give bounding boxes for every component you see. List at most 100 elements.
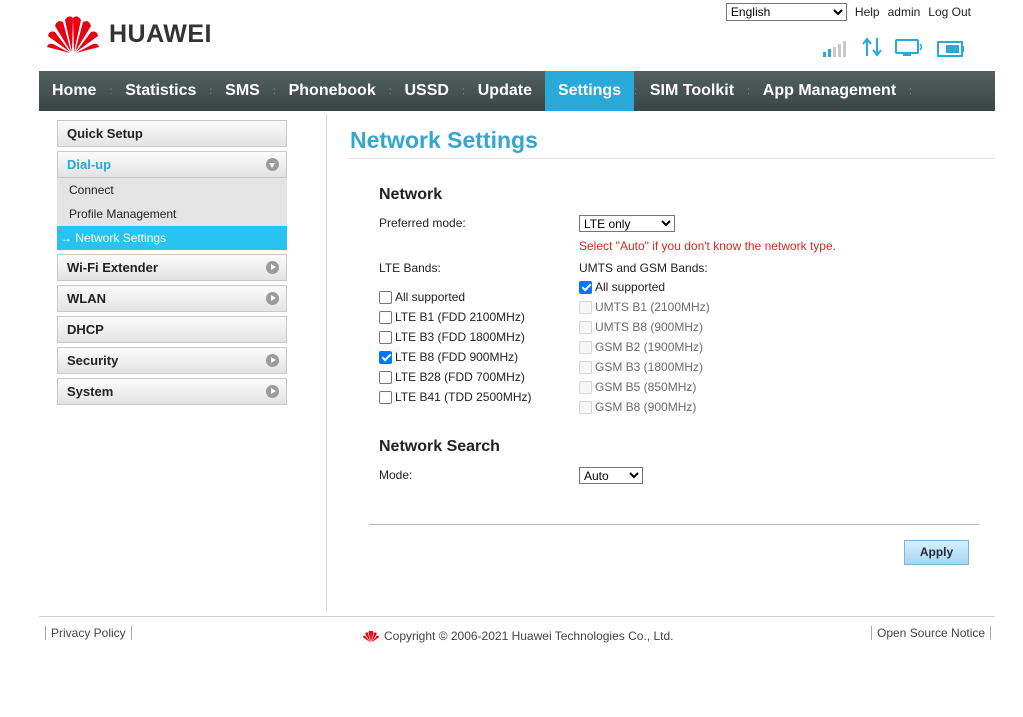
- mode-label: Mode:: [379, 468, 413, 482]
- checkbox-label: All supported: [395, 290, 466, 304]
- sidebar-item-wlan[interactable]: WLAN: [57, 285, 287, 312]
- sidebar-item-label: Security: [67, 353, 119, 368]
- username-label: admin: [887, 5, 921, 19]
- footer-right: Open Source Notice: [871, 626, 992, 640]
- network-type-hint: Select "Auto" if you don't know the netw…: [579, 239, 836, 253]
- sidebar-item-dial-up[interactable]: Dial-up: [57, 151, 287, 178]
- sidebar-subitem-label: Network Settings: [75, 231, 167, 245]
- sidebar-subitem-network-settings[interactable]: → Network Settings: [57, 226, 287, 250]
- checkbox-label: LTE B28 (FDD 700MHz): [395, 370, 525, 384]
- chevron-right-icon: [266, 385, 279, 398]
- nav-sim-toolkit[interactable]: SIM Toolkit: [637, 71, 747, 111]
- preferred-mode-label: Preferred mode:: [379, 216, 466, 230]
- checkbox-label: UMTS B8 (900MHz): [595, 320, 704, 334]
- battery-icon: [937, 41, 964, 57]
- nav-separator: :: [909, 85, 912, 97]
- logout-link[interactable]: Log Out: [928, 5, 971, 19]
- umts-band-b1: UMTS B1 (2100MHz): [579, 299, 710, 315]
- nav-phonebook[interactable]: Phonebook: [276, 71, 389, 111]
- checkbox-disabled: [579, 300, 592, 314]
- sidebar-item-label: Wi-Fi Extender: [67, 260, 158, 275]
- nav-settings[interactable]: Settings: [544, 71, 635, 111]
- nav-statistics[interactable]: Statistics: [112, 71, 209, 111]
- checkbox-checked[interactable]: [379, 350, 392, 364]
- network-search-title: Network Search: [379, 438, 500, 455]
- divider: [326, 114, 327, 612]
- divider: [347, 158, 995, 159]
- gsm-band-b2: GSM B2 (1900MHz): [579, 339, 703, 355]
- checkbox-label: LTE B1 (FDD 2100MHz): [395, 310, 525, 324]
- checkbox[interactable]: [379, 290, 392, 304]
- nav-home[interactable]: Home: [39, 71, 109, 111]
- dial-up-submenu: Connect Profile Management → Network Set…: [57, 178, 287, 250]
- checkbox-label: GSM B3 (1800MHz): [595, 360, 704, 374]
- sidebar-subitem-connect[interactable]: Connect: [57, 178, 287, 202]
- nav-sms[interactable]: SMS: [212, 71, 273, 111]
- checkbox-checked[interactable]: [579, 280, 592, 294]
- checkbox-disabled: [579, 340, 592, 354]
- sidebar-item-system[interactable]: System: [57, 378, 287, 405]
- status-icons: [823, 37, 965, 57]
- sidebar: Quick Setup Dial-up Connect Profile Mana…: [57, 120, 287, 409]
- sidebar-item-dhcp[interactable]: DHCP: [57, 316, 287, 343]
- gsm-band-b3: GSM B3 (1800MHz): [579, 359, 703, 375]
- lte-bands-label: LTE Bands:: [379, 261, 441, 275]
- arrow-right-icon: →: [60, 231, 76, 245]
- lte-band-b1[interactable]: LTE B1 (FDD 2100MHz): [379, 309, 525, 325]
- footer-left: Privacy Policy: [45, 626, 132, 640]
- page-title: Network Settings: [350, 127, 538, 153]
- huawei-logo: HUAWEI: [45, 14, 212, 54]
- nav-ussd[interactable]: USSD: [392, 71, 462, 111]
- apply-button[interactable]: Apply: [904, 540, 969, 565]
- lte-band-b28[interactable]: LTE B28 (FDD 700MHz): [379, 369, 525, 385]
- open-source-notice-link[interactable]: Open Source Notice: [871, 626, 992, 640]
- checkbox-disabled: [579, 320, 592, 334]
- signal-icon: [823, 41, 846, 57]
- nav-app-management[interactable]: App Management: [750, 71, 909, 111]
- lte-band-b41[interactable]: LTE B41 (TDD 2500MHz): [379, 389, 531, 405]
- sidebar-item-label: DHCP: [67, 322, 104, 337]
- sidebar-item-quick-setup[interactable]: Quick Setup: [57, 120, 287, 147]
- sidebar-item-label: WLAN: [67, 291, 106, 306]
- lte-band-b8[interactable]: LTE B8 (FDD 900MHz): [379, 349, 518, 365]
- checkbox-label: UMTS B1 (2100MHz): [595, 300, 710, 314]
- gsm-band-b5: GSM B5 (850MHz): [579, 379, 696, 395]
- brand-name: HUAWEI: [109, 19, 212, 48]
- umts-gsm-band-all[interactable]: All supported: [579, 279, 665, 295]
- sidebar-item-label: Dial-up: [67, 157, 112, 172]
- sidebar-item-wifi-extender[interactable]: Wi-Fi Extender: [57, 254, 287, 281]
- checkbox-label: GSM B5 (850MHz): [595, 380, 697, 394]
- lte-band-b3[interactable]: LTE B3 (FDD 1800MHz): [379, 329, 525, 345]
- checkbox-disabled: [579, 400, 592, 414]
- checkbox-label: GSM B2 (1900MHz): [595, 340, 704, 354]
- chevron-down-icon: [266, 158, 279, 171]
- search-mode-select[interactable]: Auto: [579, 467, 643, 484]
- language-select[interactable]: English: [725, 3, 847, 21]
- sidebar-item-security[interactable]: Security: [57, 347, 287, 374]
- checkbox-label: GSM B8 (900MHz): [595, 400, 697, 414]
- preferred-mode-select[interactable]: LTE only: [579, 215, 675, 232]
- chevron-right-icon: [266, 292, 279, 305]
- huawei-flower-icon: [47, 16, 99, 53]
- help-link[interactable]: Help: [855, 5, 880, 19]
- chevron-right-icon: [266, 354, 279, 367]
- sidebar-item-label: Quick Setup: [67, 126, 143, 141]
- umts-band-b8: UMTS B8 (900MHz): [579, 319, 703, 335]
- checkbox[interactable]: [379, 330, 392, 344]
- copyright: Copyright © 2006-2021 Huawei Technologie…: [362, 629, 673, 643]
- sidebar-subitem-profile-management[interactable]: Profile Management: [57, 202, 287, 226]
- checkbox-disabled: [579, 380, 592, 394]
- checkbox[interactable]: [379, 370, 392, 384]
- sidebar-item-label: System: [67, 384, 114, 399]
- checkbox-disabled: [579, 360, 592, 374]
- network-section-title: Network: [379, 186, 443, 203]
- checkbox-label: LTE B3 (FDD 1800MHz): [395, 330, 525, 344]
- lte-band-all[interactable]: All supported: [379, 289, 465, 305]
- privacy-policy-link[interactable]: Privacy Policy: [45, 626, 132, 640]
- checkbox[interactable]: [379, 310, 392, 324]
- checkbox-label: LTE B8 (FDD 900MHz): [395, 350, 519, 364]
- checkbox[interactable]: [379, 390, 392, 404]
- nav-update[interactable]: Update: [465, 71, 545, 111]
- checkbox-label: All supported: [595, 280, 666, 294]
- top-bar: English Help admin Log Out: [725, 3, 971, 21]
